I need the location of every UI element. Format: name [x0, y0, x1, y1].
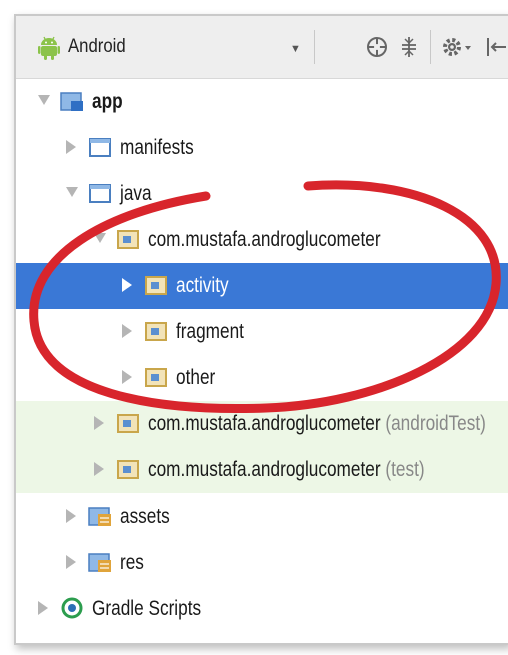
- tree-item-text: com.mustafa.androglucometer: [148, 458, 381, 481]
- package-icon: [145, 322, 167, 341]
- toolbar-divider: [430, 30, 431, 64]
- tree-row-res[interactable]: res: [16, 540, 508, 586]
- expand-arrow-icon[interactable]: [38, 95, 50, 105]
- tree-item-label: com.mustafa.androglucometer (androidTest…: [148, 412, 486, 436]
- tree-item-label: app: [92, 90, 123, 114]
- tree-item-text: manifests: [120, 136, 194, 159]
- collapse-arrow-icon[interactable]: [94, 462, 104, 476]
- project-toolbar: Android ▼: [16, 16, 508, 79]
- collapse-arrow-icon[interactable]: [66, 509, 76, 523]
- expand-arrow-icon[interactable]: [94, 233, 106, 243]
- tree-item-label: assets: [120, 505, 170, 529]
- tree-row-gradle-scripts[interactable]: Gradle Scripts: [16, 586, 508, 632]
- resource-folder-icon: [88, 507, 111, 526]
- tree-item-text: assets: [120, 505, 170, 528]
- tree-row-app[interactable]: app: [16, 79, 508, 125]
- collapse-arrow-icon[interactable]: [38, 601, 48, 615]
- collapse-icon[interactable]: [396, 34, 422, 60]
- tree-item-text: activity: [176, 274, 229, 297]
- resource-folder-icon: [88, 553, 111, 572]
- collapse-arrow-icon[interactable]: [66, 555, 76, 569]
- package-icon: [117, 460, 139, 479]
- collapse-arrow-icon[interactable]: [122, 324, 132, 338]
- tree-item-text: com.mustafa.androglucometer: [148, 228, 381, 251]
- tree-item-label: com.mustafa.androglucometer (test): [148, 458, 425, 482]
- pin-icon[interactable]: [482, 34, 508, 60]
- tree-item-suffix: (test): [380, 458, 425, 481]
- tree-item-label: other: [176, 366, 215, 390]
- tree-row-com-mustafa-androglucometer[interactable]: com.mustafa.androglucometer (test): [16, 447, 508, 493]
- tree-item-text: java: [120, 182, 152, 205]
- android-icon: [38, 36, 60, 60]
- expand-arrow-icon[interactable]: [66, 187, 78, 197]
- collapse-arrow-icon[interactable]: [122, 278, 132, 292]
- tree-item-suffix: (androidTest): [380, 412, 486, 435]
- package-icon: [145, 368, 167, 387]
- tree-row-com-mustafa-androglucometer[interactable]: com.mustafa.androglucometer (androidTest…: [16, 401, 508, 447]
- tree-row-java[interactable]: java: [16, 171, 508, 217]
- chevron-down-icon[interactable]: ▼: [290, 43, 301, 55]
- tree-item-text: res: [120, 551, 144, 574]
- toolbar-divider: [314, 30, 315, 64]
- package-icon: [145, 276, 167, 295]
- target-icon[interactable]: [364, 34, 390, 60]
- tree-row-fragment[interactable]: fragment: [16, 309, 508, 355]
- tree-item-label: res: [120, 551, 144, 575]
- package-icon: [117, 230, 139, 249]
- tree-item-label: activity: [176, 274, 229, 298]
- module-folder-icon: [60, 92, 83, 111]
- folder-icon: [89, 184, 111, 203]
- tree-item-label: Gradle Scripts: [92, 597, 201, 621]
- tree-item-text: app: [92, 90, 123, 113]
- tree-item-text: other: [176, 366, 216, 389]
- gradle-icon: [61, 597, 83, 619]
- tree-item-label: fragment: [176, 320, 244, 344]
- gear-icon[interactable]: [440, 34, 474, 60]
- collapse-arrow-icon[interactable]: [122, 370, 132, 384]
- tree-item-text: Gradle Scripts: [92, 597, 202, 620]
- tree-row-other[interactable]: other: [16, 355, 508, 401]
- tree-item-text: com.mustafa.androglucometer: [148, 412, 381, 435]
- package-icon: [117, 414, 139, 433]
- tree-item-label: manifests: [120, 136, 194, 160]
- tree-item-label: com.mustafa.androglucometer: [148, 228, 381, 252]
- project-panel: Android ▼ app manifests java com.mustafa…: [14, 14, 508, 645]
- tree-item-text: fragment: [176, 320, 244, 343]
- folder-icon: [89, 138, 111, 157]
- tree-row-manifests[interactable]: manifests: [16, 125, 508, 171]
- collapse-arrow-icon[interactable]: [66, 140, 76, 154]
- view-selector[interactable]: Android: [68, 36, 126, 58]
- tree-row-com-mustafa-androglucometer[interactable]: com.mustafa.androglucometer: [16, 217, 508, 263]
- tree-row-activity[interactable]: activity: [16, 263, 508, 309]
- collapse-arrow-icon[interactable]: [94, 416, 104, 430]
- tree-row-assets[interactable]: assets: [16, 494, 508, 540]
- tree-item-label: java: [120, 182, 152, 206]
